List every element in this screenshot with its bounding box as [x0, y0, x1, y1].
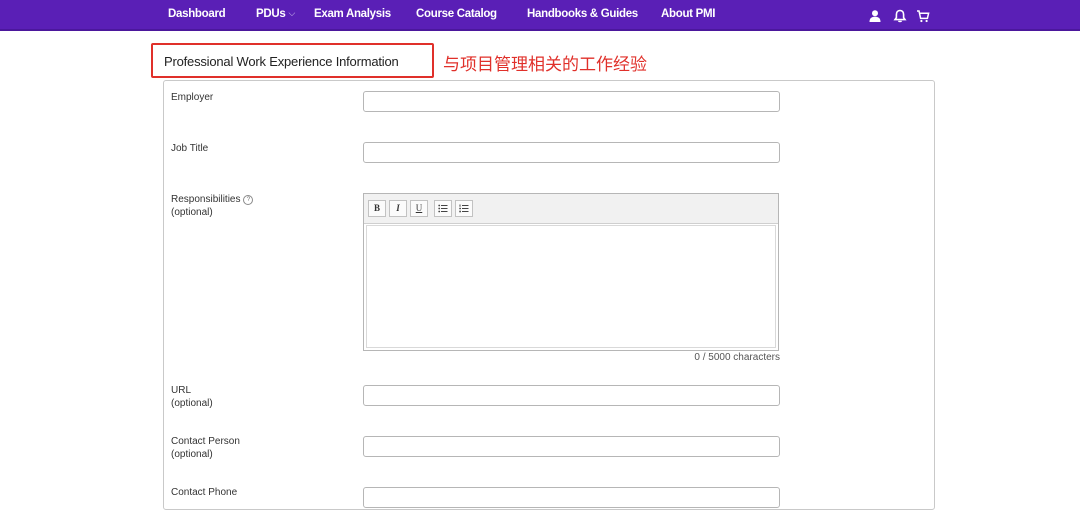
contact-person-optional-text: (optional)	[171, 449, 213, 460]
cart-icon[interactable]	[916, 9, 930, 23]
responsibilities-text-area[interactable]	[366, 225, 776, 348]
responsibilities-rich-text-editor: B I U	[363, 193, 779, 351]
help-icon[interactable]: ?	[243, 195, 254, 205]
user-icon[interactable]	[868, 9, 882, 23]
employer-label: Employer	[171, 91, 213, 104]
italic-button[interactable]: I	[389, 200, 407, 217]
section-title-highlight-box: Professional Work Experience Information	[151, 43, 434, 78]
job-title-label-text: Job Title	[171, 143, 209, 154]
job-title-label: Job Title	[171, 142, 208, 155]
url-optional-text: (optional)	[171, 398, 213, 409]
responsibilities-label-text: Responsibilities	[171, 194, 241, 205]
nav-exam-analysis[interactable]: Exam Analysis	[314, 8, 391, 20]
underline-button[interactable]: U	[410, 200, 428, 217]
nav-about-pmi[interactable]: About PMI	[661, 8, 715, 20]
section-annotation: 与项目管理相关的工作经验	[443, 55, 647, 75]
responsibilities-optional-text: (optional)	[171, 207, 213, 218]
nav-handbooks-guides[interactable]: Handbooks & Guides	[527, 8, 638, 20]
character-counter: 0 / 5000 characters	[694, 352, 780, 363]
bullet-list-button[interactable]	[434, 200, 452, 217]
contact-person-label: Contact Person (optional)	[171, 435, 240, 461]
nav-pdus[interactable]: PDUs ⌵	[256, 8, 295, 20]
section-title: Professional Work Experience Information	[164, 54, 399, 69]
top-navigation-bar: Dashboard PDUs ⌵ Exam Analysis Course Cat…	[0, 0, 1080, 31]
job-title-input[interactable]	[363, 142, 780, 163]
bold-button[interactable]: B	[368, 200, 386, 217]
employer-input[interactable]	[363, 91, 780, 112]
bullet-list-icon	[438, 204, 448, 213]
contact-person-input[interactable]	[363, 436, 780, 457]
url-input[interactable]	[363, 385, 780, 406]
nav-dashboard[interactable]: Dashboard	[168, 8, 226, 20]
numbered-list-button[interactable]	[455, 200, 473, 217]
contact-phone-input[interactable]	[363, 487, 780, 508]
employer-label-text: Employer	[171, 92, 214, 103]
editor-toolbar: B I U	[364, 194, 778, 224]
url-label: URL (optional)	[171, 384, 213, 410]
numbered-list-icon	[459, 204, 469, 213]
responsibilities-label: Responsibilities? (optional)	[171, 193, 254, 219]
chevron-down-icon: ⌵	[288, 8, 296, 18]
nav-pdus-label: PDUs	[256, 8, 286, 20]
bell-icon[interactable]	[893, 9, 907, 23]
contact-person-label-text: Contact Person	[171, 436, 240, 447]
nav-course-catalog[interactable]: Course Catalog	[416, 8, 497, 20]
url-label-text: URL	[171, 385, 192, 396]
